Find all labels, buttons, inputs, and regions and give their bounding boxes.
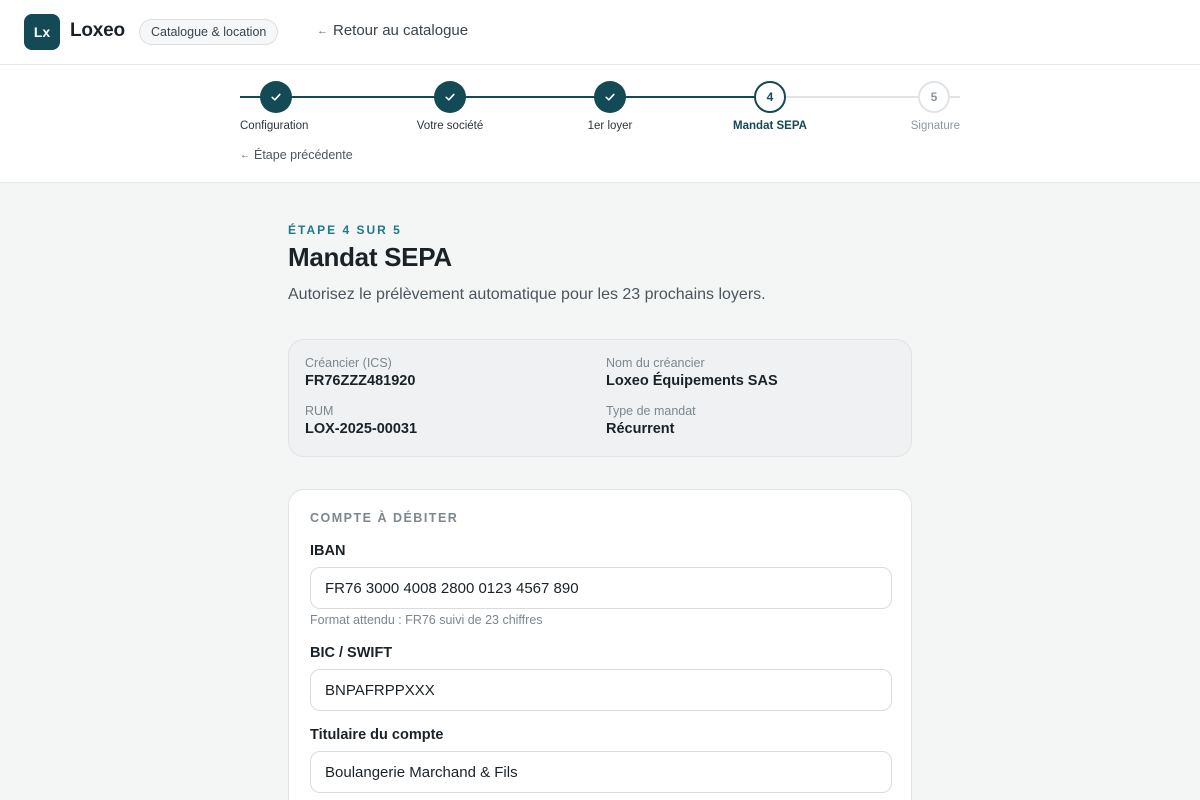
rum-value: LOX-2025-00031 — [305, 421, 418, 437]
stepper-progress-line — [240, 96, 770, 98]
step-1-label: Configuration — [240, 120, 309, 132]
step-3-node[interactable] — [594, 81, 626, 113]
top-bar: Lx Loxeo Catalogue & location ← Retour a… — [0, 0, 1200, 65]
check-icon — [605, 93, 615, 101]
page-title: Mandat SEPA — [288, 242, 452, 272]
creditor-id-label: Créancier (ICS) — [305, 356, 392, 370]
step-5-label: Signature — [910, 120, 960, 132]
iban-hint: Format attendu : FR76 suivi de 23 chiffr… — [310, 613, 543, 627]
page-subtitle: Autorisez le prélèvement automatique pou… — [288, 286, 766, 303]
account-holder-label: Titulaire du compte — [310, 727, 444, 743]
creditor-name: Nom du créancier Loxeo Équipements SAS — [606, 356, 778, 389]
debit-account-heading: COMPTE À DÉBITER — [310, 511, 459, 525]
creditor-name-value: Loxeo Équipements SAS — [606, 373, 778, 389]
check-icon — [271, 93, 281, 101]
bic-label: BIC / SWIFT — [310, 645, 393, 661]
previous-step-link[interactable]: ← Étape précédente — [240, 148, 353, 162]
creditor-id: Créancier (ICS) FR76ZZZ481920 — [305, 356, 415, 389]
stepper: 4 5 Configuration Votre société 1er loye… — [0, 65, 1200, 183]
creditor-name-label: Nom du créancier — [606, 356, 705, 370]
step-5-node: 5 — [918, 81, 950, 113]
previous-step-label: Étape précédente — [254, 148, 353, 162]
debit-account-card: COMPTE À DÉBITER IBAN Format attendu : F… — [288, 489, 912, 800]
mandate-summary: Créancier (ICS) FR76ZZZ481920 Nom du cré… — [288, 339, 912, 457]
step-1-node[interactable] — [260, 81, 292, 113]
brand-name[interactable]: Loxeo — [70, 20, 125, 42]
mandate-type: Type de mandat Récurrent — [606, 404, 696, 437]
mandate-type-value: Récurrent — [606, 421, 675, 437]
creditor-id-value: FR76ZZZ481920 — [305, 373, 416, 389]
account-holder-input[interactable] — [310, 751, 892, 793]
iban-input[interactable] — [310, 567, 892, 609]
back-to-catalogue-link[interactable]: ← Retour au catalogue — [317, 22, 468, 39]
logo-mark[interactable]: Lx — [24, 14, 60, 50]
check-icon — [445, 93, 455, 101]
step-2-label: Votre société — [416, 120, 484, 132]
step-counter: ÉTAPE 4 SUR 5 — [288, 223, 402, 237]
bic-input[interactable] — [310, 669, 892, 711]
arrow-left-icon: ← — [317, 24, 328, 37]
step-4-label: Mandat SEPA — [733, 120, 807, 132]
step-3-label: 1er loyer — [587, 120, 633, 132]
step-2-node[interactable] — [434, 81, 466, 113]
step-4-node: 4 — [754, 81, 786, 113]
section-pill: Catalogue & location — [139, 19, 279, 45]
back-to-catalogue-label: Retour au catalogue — [333, 22, 469, 39]
iban-label: IBAN — [310, 543, 346, 559]
rum-label: RUM — [305, 404, 334, 418]
rum: RUM LOX-2025-00031 — [305, 404, 417, 437]
arrow-left-icon: ← — [240, 149, 250, 161]
mandate-type-label: Type de mandat — [606, 404, 696, 418]
